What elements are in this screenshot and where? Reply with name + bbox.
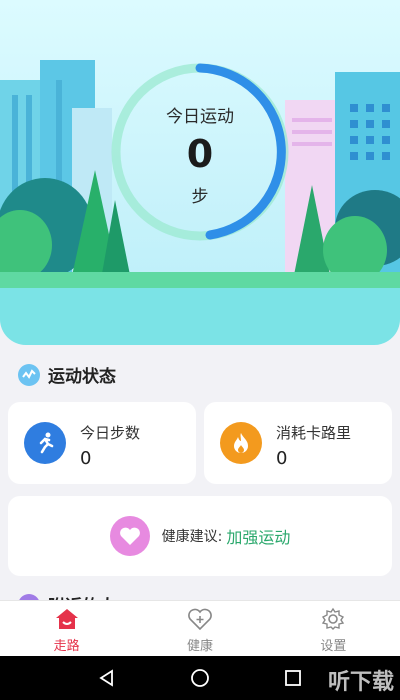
flame-icon [220, 422, 262, 464]
tab-settings[interactable]: 设置 [267, 601, 400, 656]
steps-card[interactable]: 今日步数 0 [8, 402, 196, 484]
gear-icon [322, 607, 345, 630]
hero-banner: 今日运动 0 步 [0, 0, 400, 345]
activity-icon [18, 363, 40, 386]
home-icon [55, 609, 78, 629]
status-section-header: 运动状态 [18, 362, 116, 387]
stat-label: 今日步数 [80, 424, 141, 442]
advice-value: 加强运动 [226, 528, 291, 547]
health-advice-card[interactable]: 健康建议: 加强运动 [8, 496, 392, 576]
stat-value: 0 [276, 448, 288, 469]
ring-title: 今日运动 [166, 107, 234, 127]
advice-label: 健康建议: [161, 529, 223, 545]
tab-label: 设置 [320, 639, 347, 654]
watermark-text: 听下载 [327, 670, 394, 695]
step-unit: 步 [191, 187, 209, 207]
stat-value: 0 [80, 448, 92, 469]
step-count: 0 [186, 132, 214, 176]
bottom-tab-bar: 走路 健康 设置 [0, 600, 400, 656]
back-icon[interactable] [97, 668, 117, 688]
recents-icon[interactable] [283, 668, 303, 688]
heart-plus-icon [188, 608, 212, 631]
home-circle-icon[interactable] [190, 668, 210, 688]
section-title: 运动状态 [48, 367, 116, 387]
calories-card[interactable]: 消耗卡路里 0 [204, 402, 392, 484]
tab-label: 走路 [53, 639, 80, 654]
running-person-icon [24, 422, 66, 464]
tab-walk[interactable]: 走路 [0, 601, 133, 656]
tab-health[interactable]: 健康 [133, 601, 266, 656]
heart-icon [109, 516, 150, 556]
tab-label: 健康 [186, 639, 213, 654]
stat-label: 消耗卡路里 [276, 424, 352, 442]
